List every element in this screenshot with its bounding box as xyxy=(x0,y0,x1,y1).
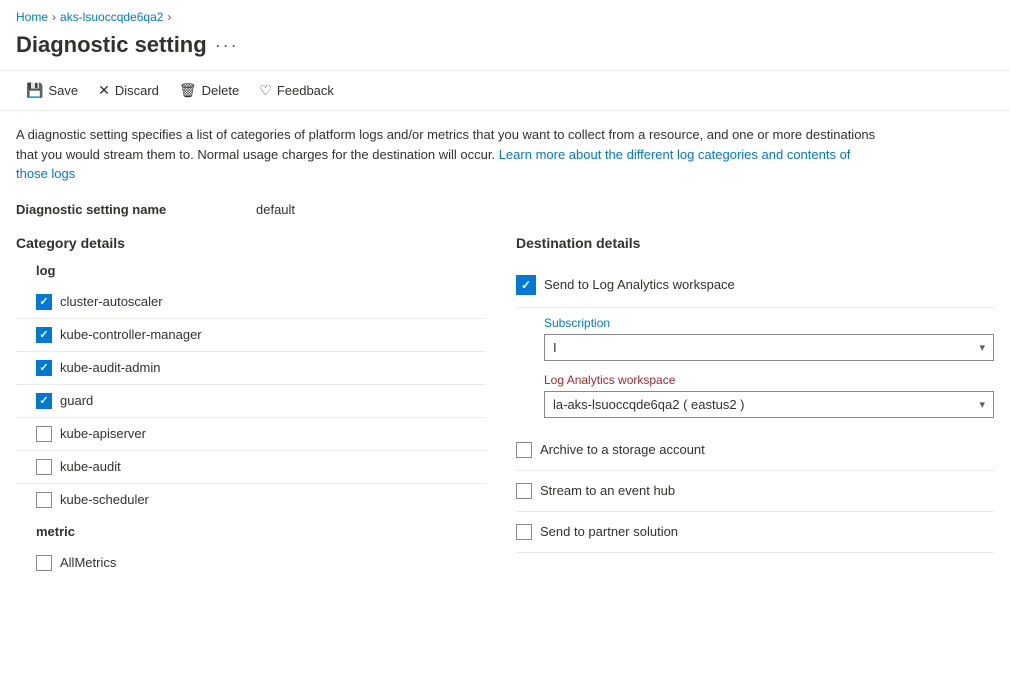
archive-storage-row: Archive to a storage account xyxy=(516,430,994,471)
toolbar: 💾 Save ✕ Discard 🗑 Delete ♡ Feedback xyxy=(0,70,1010,111)
discard-icon: ✕ xyxy=(98,82,110,99)
breadcrumb-home[interactable]: Home xyxy=(16,10,48,24)
log-subsection-title: log xyxy=(36,263,486,278)
feedback-icon: ♡ xyxy=(259,82,272,99)
breadcrumb-sep1: › xyxy=(52,10,56,24)
main-content: Category details log cluster-autoscaler … xyxy=(0,227,1010,587)
checkbox-kube-controller-manager[interactable] xyxy=(36,327,52,343)
log-item-kube-controller-manager: kube-controller-manager xyxy=(16,319,486,352)
destination-section-title: Destination details xyxy=(516,235,994,251)
label-kube-apiserver: kube-apiserver xyxy=(60,426,146,441)
log-item-cluster-autoscaler: cluster-autoscaler xyxy=(16,286,486,319)
delete-icon: 🗑 xyxy=(179,82,197,99)
checkbox-kube-scheduler[interactable] xyxy=(36,492,52,508)
log-analytics-workspace-select[interactable]: la-aks-lsuoccqde6qa2 ( eastus2 ) ▾ xyxy=(544,391,994,418)
breadcrumb-sep2: › xyxy=(167,10,171,24)
log-item-kube-apiserver: kube-apiserver xyxy=(16,418,486,451)
description-text: A diagnostic setting specifies a list of… xyxy=(0,111,900,192)
label-AllMetrics: AllMetrics xyxy=(60,555,116,570)
archive-storage-checkbox[interactable] xyxy=(516,442,532,458)
setting-name-row: Diagnostic setting name default xyxy=(0,192,1010,227)
destination-panel: Destination details Send to Log Analytic… xyxy=(506,235,994,579)
save-icon: 💾 xyxy=(26,82,43,99)
delete-button[interactable]: 🗑 Delete xyxy=(169,77,249,104)
checkbox-cluster-autoscaler[interactable] xyxy=(36,294,52,310)
archive-storage-label: Archive to a storage account xyxy=(540,442,705,457)
stream-event-hub-label: Stream to an event hub xyxy=(540,483,675,498)
checkbox-kube-audit-admin[interactable] xyxy=(36,360,52,376)
page-title: Diagnostic setting xyxy=(16,32,207,58)
log-items-list: cluster-autoscaler kube-controller-manag… xyxy=(16,286,486,516)
subscription-select[interactable]: I ▾ xyxy=(544,334,994,361)
subscription-dropdown-icon: ▾ xyxy=(979,341,985,354)
log-item-guard: guard xyxy=(16,385,486,418)
label-kube-audit-admin: kube-audit-admin xyxy=(60,360,160,375)
feedback-label: Feedback xyxy=(277,83,334,98)
log-analytics-workspace-group: Log Analytics workspace la-aks-lsuoccqde… xyxy=(516,365,994,422)
metric-item-AllMetrics: AllMetrics xyxy=(16,547,486,579)
label-kube-scheduler: kube-scheduler xyxy=(60,492,149,507)
log-analytics-workspace-dropdown-icon: ▾ xyxy=(979,398,985,411)
log-item-kube-scheduler: kube-scheduler xyxy=(16,484,486,516)
stream-event-hub-checkbox[interactable] xyxy=(516,483,532,499)
discard-button[interactable]: ✕ Discard xyxy=(88,77,169,104)
metric-section: metric AllMetrics xyxy=(16,524,486,579)
partner-solution-label: Send to partner solution xyxy=(540,524,678,539)
checkbox-kube-audit[interactable] xyxy=(36,459,52,475)
label-kube-audit: kube-audit xyxy=(60,459,121,474)
subscription-label: Subscription xyxy=(544,316,994,330)
delete-label: Delete xyxy=(202,83,240,98)
label-guard: guard xyxy=(60,393,93,408)
checkbox-guard[interactable] xyxy=(36,393,52,409)
save-label: Save xyxy=(48,83,78,98)
metric-items-list: AllMetrics xyxy=(16,547,486,579)
label-cluster-autoscaler: cluster-autoscaler xyxy=(60,294,163,309)
checkbox-kube-apiserver[interactable] xyxy=(36,426,52,442)
partner-solution-checkbox[interactable] xyxy=(516,524,532,540)
log-item-kube-audit-admin: kube-audit-admin xyxy=(16,352,486,385)
breadcrumb-resource[interactable]: aks-lsuoccqde6qa2 xyxy=(60,10,163,24)
checkbox-AllMetrics[interactable] xyxy=(36,555,52,571)
setting-name-label: Diagnostic setting name xyxy=(16,202,256,217)
log-analytics-checked-icon[interactable] xyxy=(516,275,536,295)
subscription-group: Subscription I ▾ xyxy=(516,308,994,365)
save-button[interactable]: 💾 Save xyxy=(16,77,88,104)
feedback-button[interactable]: ♡ Feedback xyxy=(249,77,344,104)
send-to-log-analytics-row: Send to Log Analytics workspace xyxy=(516,263,994,308)
stream-event-hub-row: Stream to an event hub xyxy=(516,471,994,512)
log-analytics-workspace-label: Log Analytics workspace xyxy=(544,373,994,387)
partner-solution-row: Send to partner solution xyxy=(516,512,994,553)
breadcrumb: Home › aks-lsuoccqde6qa2 › xyxy=(0,0,1010,28)
log-analytics-label: Send to Log Analytics workspace xyxy=(544,277,735,292)
metric-subsection-title: metric xyxy=(36,524,486,539)
subscription-value: I xyxy=(553,340,557,355)
category-section-title: Category details xyxy=(16,235,486,251)
log-item-kube-audit: kube-audit xyxy=(16,451,486,484)
label-kube-controller-manager: kube-controller-manager xyxy=(60,327,202,342)
more-options-icon[interactable]: ··· xyxy=(215,35,239,56)
setting-name-value: default xyxy=(256,202,295,217)
category-panel: Category details log cluster-autoscaler … xyxy=(16,235,506,579)
page-header: Diagnostic setting ··· xyxy=(0,28,1010,70)
log-analytics-workspace-value: la-aks-lsuoccqde6qa2 ( eastus2 ) xyxy=(553,397,745,412)
discard-label: Discard xyxy=(115,83,159,98)
